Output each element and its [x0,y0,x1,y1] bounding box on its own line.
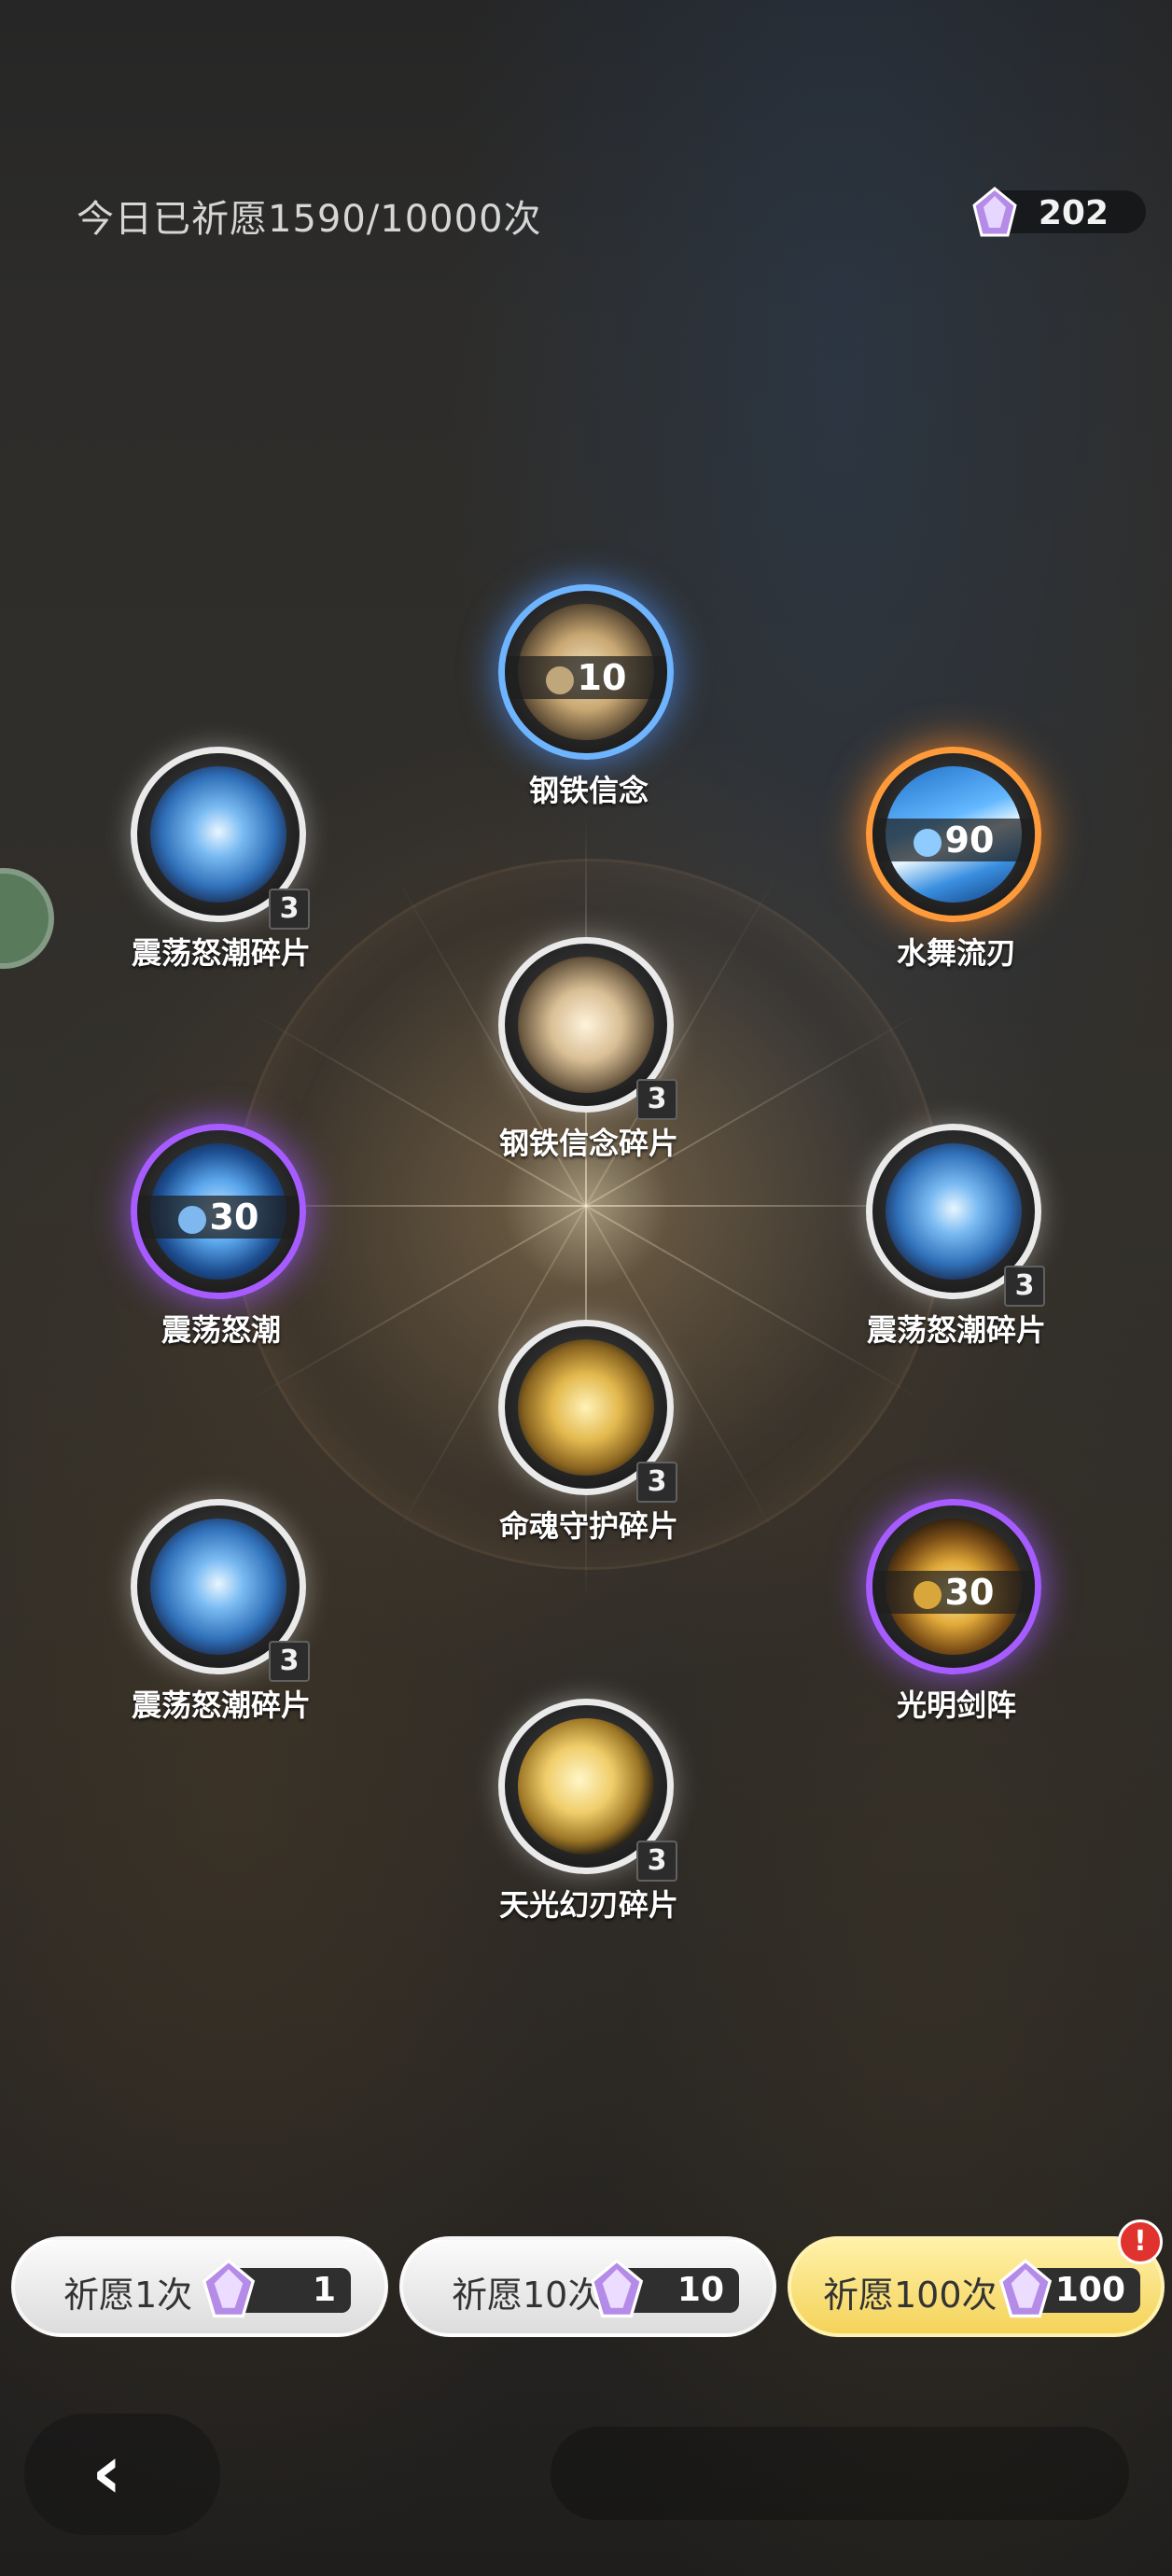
back-arrow-icon: ‹ [91,2429,122,2515]
fragment-count-badge: 3 [636,1079,677,1120]
shock-tide-fragment-icon [150,1519,286,1655]
fragment-count-badge: 3 [269,1641,310,1682]
currency-value: 202 [1038,194,1109,232]
fragment-count-badge: 3 [1004,1266,1045,1307]
sword-array-mini-icon [913,1580,942,1609]
reward-amount: 90 [872,819,1035,861]
reward-name: 钢铁信念 [528,773,649,808]
shock-tide-mini-icon [177,1205,206,1234]
back-button[interactable]: ‹ [24,2414,220,2535]
crystal-gem-icon [590,2259,644,2318]
steel-faith-mini-icon [545,665,574,694]
water-blade-mini-icon [913,828,942,857]
reward-amount: 30 [872,1571,1035,1614]
fragment-count-badge: 3 [636,1462,677,1503]
shock-tide-fragment-icon [886,1143,1022,1280]
crystal-gem-icon [998,2259,1053,2318]
reward-icon-frame: 10 [498,584,674,760]
bottom-shadow [551,2427,1129,2520]
daily-wish-counter: 今日已祈愿1590/10000次 [77,198,542,241]
steel-faith-fragment-icon [518,957,654,1093]
currency-display[interactable]: 202 [972,187,1146,237]
reward-amount: 30 [137,1196,300,1239]
fragment-count-badge: 3 [269,889,310,930]
soul-guard-fragment-icon [518,1339,654,1476]
wish-1-label: 祈愿1次 [63,2275,193,2316]
wish-100-button[interactable]: 祈愿100次 100 [788,2236,1165,2337]
reward-name: 天光幻刃碎片 [498,1887,678,1923]
reward-amount: 10 [505,656,667,699]
reward-name: 光明剑阵 [896,1687,1016,1723]
crystal-gem-icon [202,2259,256,2318]
reward-name: 钢铁信念碎片 [498,1126,678,1161]
reward-name: 震荡怒潮碎片 [131,1687,311,1723]
wish-100-label: 祈愿100次 [823,2275,998,2316]
wish-10-button[interactable]: 祈愿10次 10 [399,2236,776,2337]
reward-name: 命魂守护碎片 [498,1508,678,1544]
wish-1-button[interactable]: 祈愿1次 1 [11,2236,388,2337]
shock-tide-fragment-icon [150,766,286,903]
fragment-count-badge: 3 [636,1841,677,1882]
reward-name: 震荡怒潮碎片 [131,935,311,971]
reward-name: 震荡怒潮碎片 [866,1312,1046,1348]
wish-10-label: 祈愿10次 [452,2275,604,2316]
reward-icon-frame: 90 [866,747,1041,922]
reward-name: 震荡怒潮 [160,1312,281,1348]
alert-icon: ! [1118,2219,1163,2264]
crystal-gem-icon [972,187,1017,237]
reward-name: 水舞流刃 [896,935,1016,971]
reward-icon-frame: 30 [131,1124,306,1299]
skylight-phantom-blade-fragment-icon [518,1718,654,1855]
reward-icon-frame: 30 [866,1499,1041,1674]
